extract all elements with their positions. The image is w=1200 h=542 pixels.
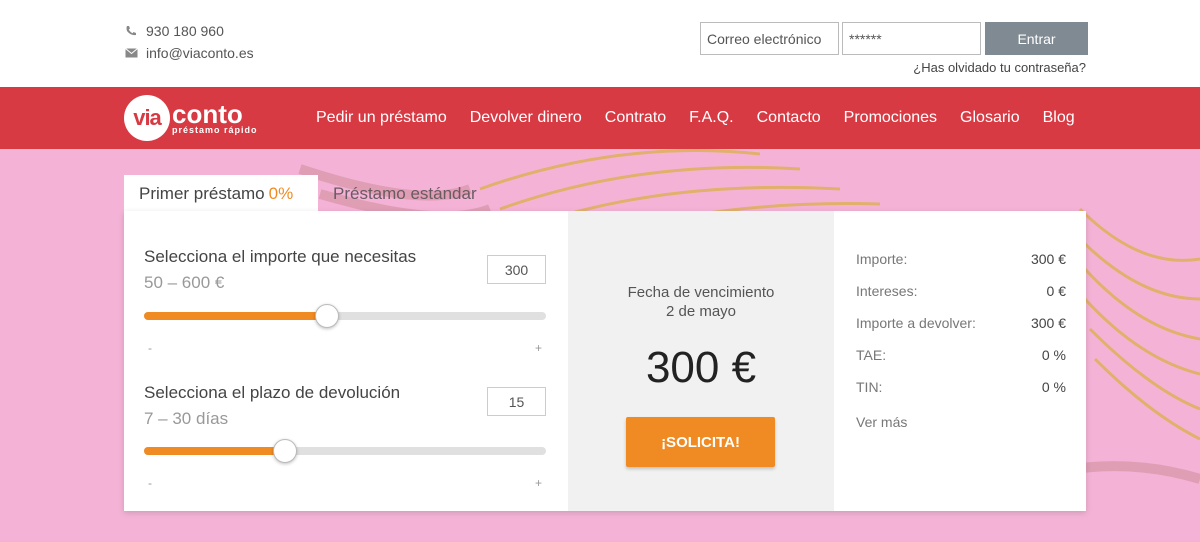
summary-row: Importe: 300 €: [856, 251, 1066, 283]
login-button[interactable]: Entrar: [985, 22, 1088, 55]
term-decrease[interactable]: -: [148, 476, 152, 490]
email-field[interactable]: [700, 22, 839, 55]
logo-word: conto: [172, 99, 243, 129]
summary-list: Importe: 300 € Intereses: 0 € Importe a de…: [856, 251, 1066, 411]
nav-item-devolver[interactable]: Devolver dinero: [470, 109, 582, 127]
amount-slider-fill: [144, 312, 327, 320]
term-input[interactable]: 15: [487, 387, 546, 416]
nav-item-contacto[interactable]: Contacto: [757, 109, 821, 127]
amount-slider[interactable]: [144, 304, 546, 328]
nav-item-pedir[interactable]: Pedir un préstamo: [316, 109, 447, 127]
phone-number: 930 180 960: [146, 23, 224, 39]
due-date: Fecha de vencimiento 2 de mayo: [568, 283, 834, 321]
logo-circle: via: [124, 95, 170, 141]
summary-value: 0 €: [1046, 283, 1066, 299]
summary-value: 300 €: [1030, 251, 1066, 267]
summary-row: Intereses: 0 €: [856, 283, 1066, 315]
term-block: Selecciona el plazo de devolución 7 – 30…: [144, 383, 546, 429]
email-address: info@viaconto.es: [146, 45, 254, 61]
viaconto-logo[interactable]: via conto préstamo rápido: [124, 95, 258, 141]
term-slider[interactable]: [144, 439, 546, 463]
tab-label: Primer préstamo: [139, 183, 265, 203]
summary-value: 300 €: [1030, 315, 1066, 331]
forgot-password-link[interactable]: ¿Has olvidado tu contraseña?: [913, 60, 1086, 75]
summary-label: Importe a devolver:: [856, 315, 976, 331]
ver-mas-link[interactable]: Ver más: [856, 414, 907, 430]
nav-item-faq[interactable]: F.A.Q.: [689, 109, 733, 127]
summary-label: Intereses:: [856, 283, 918, 299]
amount-input[interactable]: 300: [487, 255, 546, 284]
top-bar: 930 180 960 info@viaconto.es Entrar ¿Has…: [0, 0, 1200, 87]
due-date-label: Fecha de vencimiento: [627, 284, 775, 301]
term-slider-fill: [144, 447, 285, 455]
phone-icon: [124, 24, 138, 38]
login-form: Entrar: [700, 22, 1088, 55]
summary-row: Importe a devolver: 300 €: [856, 315, 1066, 347]
solicita-button[interactable]: ¡SOLICITA!: [626, 417, 775, 467]
main-nav: via conto préstamo rápido Pedir un prést…: [0, 87, 1200, 149]
term-range: 7 – 30 días: [144, 409, 229, 428]
amount-decrease[interactable]: -: [148, 341, 152, 355]
contact-info: 930 180 960 info@viaconto.es: [124, 20, 254, 64]
tab-percent: 0%: [268, 183, 294, 203]
nav-item-promociones[interactable]: Promociones: [844, 109, 937, 127]
amount-block: Selecciona el importe que necesitas 50 –…: [144, 247, 546, 293]
tab-prestamo-estandar[interactable]: Préstamo estándar: [333, 175, 477, 212]
summary-row: TIN: 0 %: [856, 379, 1066, 411]
amount-slider-handle[interactable]: [314, 304, 339, 328]
slider-panel: Selecciona el importe que necesitas 50 –…: [124, 211, 568, 511]
term-title: Selecciona el plazo de devolución: [144, 383, 401, 402]
term-slider-handle[interactable]: [272, 439, 297, 463]
summary-label: TAE:: [856, 347, 887, 363]
due-date-value: 2 de mayo: [665, 303, 737, 320]
summary-label: TIN:: [856, 379, 883, 395]
summary-value: 0 %: [1041, 347, 1066, 363]
summary-row: TAE: 0 %: [856, 347, 1066, 379]
loan-calculator: Selecciona el importe que necesitas 50 –…: [124, 211, 1086, 511]
summary-value: 0 %: [1041, 379, 1066, 395]
tab-primer-prestamo[interactable]: Primer préstamo 0%: [124, 175, 318, 212]
term-increase[interactable]: +: [535, 476, 542, 490]
loan-amount: 300 €: [645, 343, 757, 392]
nav-item-glosario[interactable]: Glosario: [960, 109, 1020, 127]
amount-title: Selecciona el importe que necesitas: [144, 247, 417, 266]
logo-tagline: préstamo rápido: [172, 125, 258, 135]
nav-menu: Pedir un préstamo Devolver dinero Contra…: [316, 87, 1098, 149]
summary-panel: Importe: 300 € Intereses: 0 € Importe a de…: [834, 211, 1086, 511]
nav-item-contrato[interactable]: Contrato: [605, 109, 666, 127]
result-panel: Fecha de vencimiento 2 de mayo 300 € ¡SO…: [568, 211, 834, 511]
summary-label: Importe:: [856, 251, 908, 267]
mail-icon: [124, 46, 138, 60]
amount-increase[interactable]: +: [535, 341, 542, 355]
amount-range: 50 – 600 €: [144, 273, 225, 292]
password-field[interactable]: [842, 22, 981, 55]
nav-item-blog[interactable]: Blog: [1043, 109, 1075, 127]
